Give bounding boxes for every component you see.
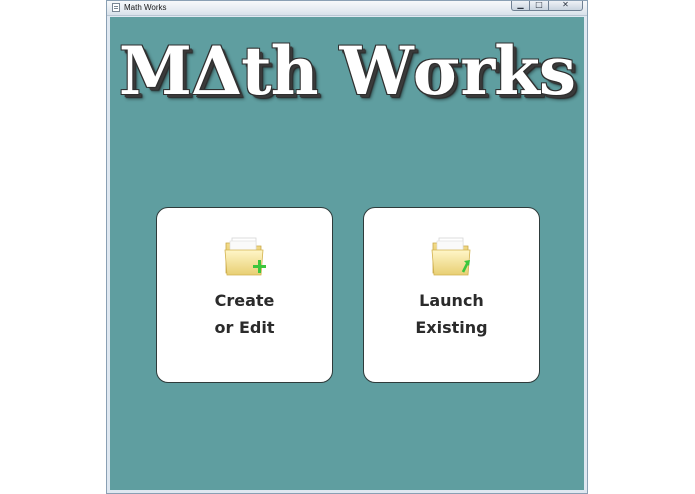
- app-heading: MΔth Wσrks: [118, 32, 576, 110]
- create-label-line1: Create: [214, 291, 275, 310]
- create-label-line2: or Edit: [214, 318, 275, 337]
- app-window: Math Works ▁ □ ✕ MΔth Wσrks Create or Ed…: [106, 0, 588, 494]
- window-title: Math Works: [124, 3, 167, 12]
- main-content: MΔth Wσrks Create or Edit Launch Existin…: [110, 17, 584, 490]
- close-button[interactable]: ✕: [549, 0, 583, 11]
- create-or-edit-label: Create or Edit: [157, 287, 332, 341]
- close-icon: ✕: [562, 0, 569, 9]
- title-bar[interactable]: Math Works ▁ □ ✕: [107, 0, 587, 16]
- folder-open-icon: [431, 237, 471, 276]
- app-window-icon[interactable]: [112, 3, 120, 12]
- minimize-button[interactable]: ▁: [511, 0, 530, 11]
- create-or-edit-button[interactable]: Create or Edit: [156, 207, 333, 383]
- window-controls: ▁ □ ✕: [511, 0, 583, 11]
- launch-existing-button[interactable]: Launch Existing: [363, 207, 540, 383]
- launch-label-line1: Launch: [419, 291, 484, 310]
- launch-existing-label: Launch Existing: [364, 287, 539, 341]
- maximize-icon: □: [535, 0, 543, 9]
- folder-add-icon: [224, 237, 266, 276]
- launch-label-line2: Existing: [415, 318, 488, 337]
- minimize-icon: ▁: [517, 0, 524, 9]
- maximize-button[interactable]: □: [530, 0, 549, 11]
